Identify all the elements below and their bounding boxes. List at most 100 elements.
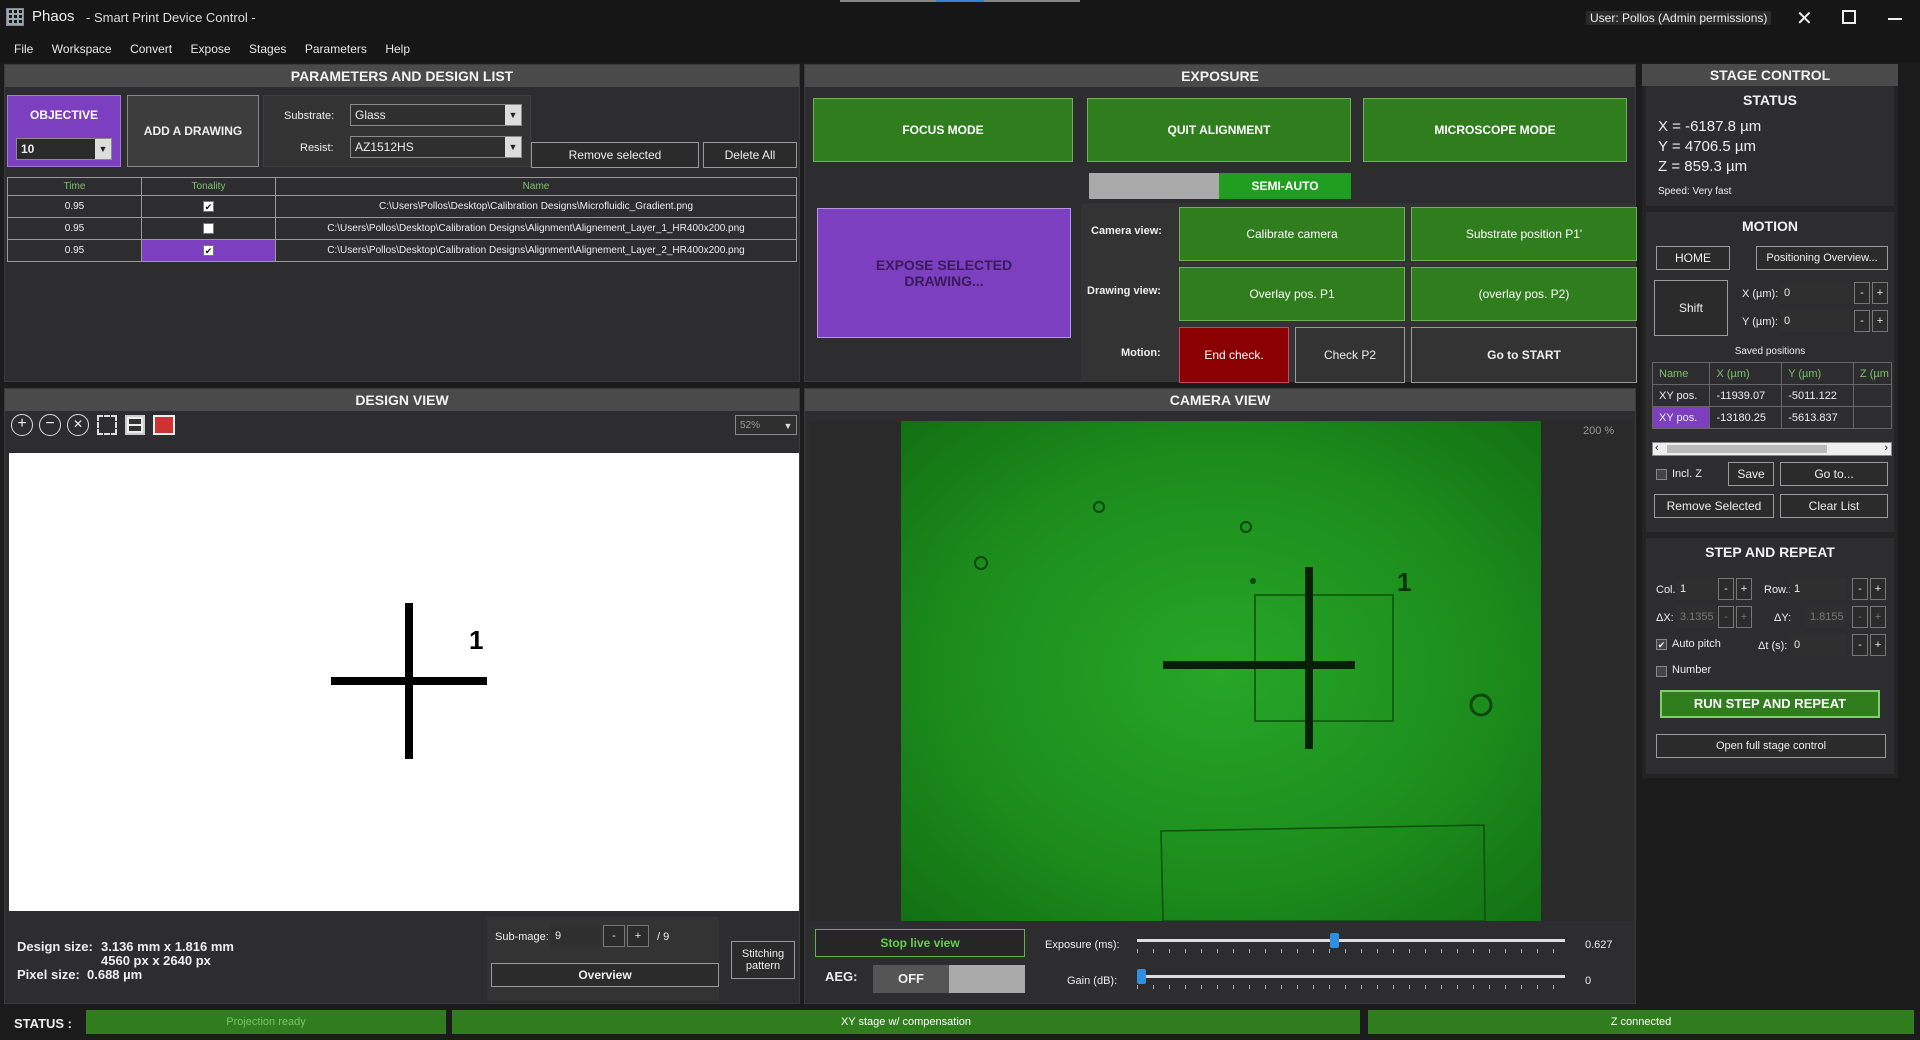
remove-selected-position-button[interactable]: Remove Selected	[1654, 494, 1774, 518]
save-position-button[interactable]: Save	[1728, 462, 1774, 486]
semi-auto-toggle[interactable]: SEMI-AUTO	[1089, 173, 1351, 199]
microscope-mode-button[interactable]: MICROSCOPE MODE	[1363, 98, 1627, 162]
objective-select[interactable]: 10 ▼	[16, 138, 112, 160]
row-tonality[interactable]: ✔	[141, 195, 276, 218]
home-button[interactable]: HOME	[1656, 246, 1730, 270]
menu-workspace[interactable]: Workspace	[52, 36, 112, 62]
exposure-slider-thumb[interactable]	[1329, 933, 1339, 948]
overlay-p2-button[interactable]: (overlay pos. P2)	[1411, 267, 1637, 321]
zoom-out-icon[interactable]: −	[39, 414, 61, 436]
zoom-fit-icon[interactable]: ✕	[67, 414, 89, 436]
row-tonality[interactable]: ✔	[141, 239, 276, 262]
go-to-start-button[interactable]: Go to START	[1411, 327, 1637, 383]
column-header-tonality[interactable]: Tonality	[141, 177, 276, 196]
add-drawing-button[interactable]: ADD A DRAWING	[127, 95, 259, 167]
camera-feed[interactable]: 1	[901, 421, 1541, 922]
saved-positions-scrollbar[interactable]: ‹ ›	[1652, 442, 1892, 456]
dt-input[interactable]: 0	[1790, 634, 1846, 656]
checkbox[interactable]	[203, 222, 214, 234]
row-plus-button[interactable]: +	[1870, 578, 1886, 600]
checkbox[interactable]: ✔	[203, 244, 214, 256]
column-header-name[interactable]: Name	[1651, 362, 1711, 385]
design-canvas[interactable]: 1	[9, 453, 799, 911]
minimize-icon[interactable]	[1888, 18, 1902, 20]
auto-pitch-checkbox[interactable]: ✔	[1656, 639, 1667, 650]
x-minus-button[interactable]: -	[1854, 282, 1870, 304]
column-header-y[interactable]: Y (µm)	[1781, 362, 1854, 385]
remove-selected-button[interactable]: Remove selected	[531, 142, 699, 168]
overview-button[interactable]: Overview	[491, 963, 719, 987]
dx-plus-button[interactable]: +	[1736, 606, 1752, 628]
expose-selected-button[interactable]: EXPOSE SELECTED DRAWING...	[817, 208, 1071, 338]
zoom-in-icon[interactable]: +	[11, 414, 33, 436]
submage-input[interactable]: 9	[551, 925, 601, 947]
dt-plus-button[interactable]: +	[1870, 634, 1886, 656]
dt-minus-button[interactable]: -	[1852, 634, 1868, 656]
table-row[interactable]: XY pos. -11939.07 -5011.122	[1651, 384, 1893, 407]
dy-input[interactable]: 1.8155	[1806, 606, 1846, 628]
submage-plus-button[interactable]: +	[627, 925, 649, 947]
x-plus-button[interactable]: +	[1872, 282, 1888, 304]
clear-list-button[interactable]: Clear List	[1780, 494, 1888, 518]
row-tonality[interactable]	[141, 217, 276, 240]
exposure-slider[interactable]	[1131, 933, 1569, 955]
scrollbar-thumb[interactable]	[1667, 445, 1827, 453]
col-minus-button[interactable]: -	[1718, 578, 1734, 600]
incl-z-checkbox[interactable]	[1656, 469, 1667, 480]
table-row[interactable]: 0.95 ✔ C:\Users\Pollos\Desktop\Calibrati…	[7, 195, 797, 218]
image-export-icon[interactable]	[153, 415, 175, 435]
row-input[interactable]: 1	[1790, 578, 1846, 600]
menu-parameters[interactable]: Parameters	[305, 36, 367, 62]
check-p2-button[interactable]: Check P2	[1295, 327, 1405, 383]
open-full-stage-control-button[interactable]: Open full stage control	[1656, 734, 1886, 758]
focus-mode-button[interactable]: FOCUS MODE	[813, 98, 1073, 162]
save-icon[interactable]	[125, 415, 145, 435]
stop-live-view-button[interactable]: Stop live view	[815, 929, 1025, 957]
run-step-repeat-button[interactable]: RUN STEP AND REPEAT	[1660, 690, 1880, 718]
restore-icon[interactable]	[1842, 10, 1856, 24]
y-minus-button[interactable]: -	[1854, 310, 1870, 332]
checkbox[interactable]: ✔	[203, 200, 214, 212]
menu-expose[interactable]: Expose	[191, 36, 231, 62]
stitching-pattern-button[interactable]: Stitching pattern	[731, 941, 795, 979]
dy-minus-button[interactable]: -	[1852, 606, 1868, 628]
number-checkbox[interactable]	[1656, 666, 1667, 677]
y-plus-button[interactable]: +	[1872, 310, 1888, 332]
resist-select[interactable]: AZ1512HS ▼	[350, 136, 522, 158]
design-zoom-select[interactable]: 52% ▼	[735, 415, 797, 435]
delete-all-button[interactable]: Delete All	[703, 142, 797, 168]
x-um-input[interactable]: 0	[1780, 282, 1850, 304]
submage-minus-button[interactable]: -	[603, 925, 625, 947]
scroll-left-icon[interactable]: ‹	[1655, 442, 1659, 454]
column-header-x[interactable]: X (µm)	[1709, 362, 1783, 385]
menu-file[interactable]: File	[14, 36, 33, 62]
column-header-time[interactable]: Time	[7, 177, 142, 196]
dx-minus-button[interactable]: -	[1718, 606, 1734, 628]
gain-slider-thumb[interactable]	[1137, 969, 1146, 984]
substrate-position-button[interactable]: Substrate position P1'	[1411, 207, 1637, 261]
menu-help[interactable]: Help	[385, 36, 410, 62]
row-minus-button[interactable]: -	[1852, 578, 1868, 600]
aeg-toggle[interactable]: OFF	[873, 965, 1025, 993]
shift-button[interactable]: Shift	[1654, 280, 1728, 336]
positioning-overview-button[interactable]: Positioning Overview...	[1756, 246, 1888, 270]
overlay-p1-button[interactable]: Overlay pos. P1	[1179, 267, 1405, 321]
col-plus-button[interactable]: +	[1736, 578, 1752, 600]
column-header-name[interactable]: Name	[275, 177, 797, 196]
dy-plus-button[interactable]: +	[1870, 606, 1886, 628]
calibrate-camera-button[interactable]: Calibrate camera	[1179, 207, 1405, 261]
dx-input[interactable]: 3.1355	[1676, 606, 1716, 628]
go-to-position-button[interactable]: Go to...	[1780, 462, 1888, 486]
table-row[interactable]: 0.95 C:\Users\Pollos\Desktop\Calibration…	[7, 217, 797, 240]
column-header-z[interactable]: Z (µm	[1852, 362, 1893, 385]
y-um-input[interactable]: 0	[1780, 310, 1850, 332]
scroll-right-icon[interactable]: ›	[1884, 442, 1888, 454]
table-row-selected[interactable]: 0.95 ✔ C:\Users\Pollos\Desktop\Calibrati…	[7, 239, 797, 262]
select-region-icon[interactable]	[97, 415, 117, 435]
quit-alignment-button[interactable]: QUIT ALIGNMENT	[1087, 98, 1351, 162]
close-icon[interactable]: ✕	[1796, 6, 1813, 31]
menu-stages[interactable]: Stages	[249, 36, 286, 62]
col-input[interactable]: 1	[1676, 578, 1716, 600]
gain-slider[interactable]	[1131, 969, 1569, 991]
end-check-button[interactable]: End check.	[1179, 327, 1289, 383]
